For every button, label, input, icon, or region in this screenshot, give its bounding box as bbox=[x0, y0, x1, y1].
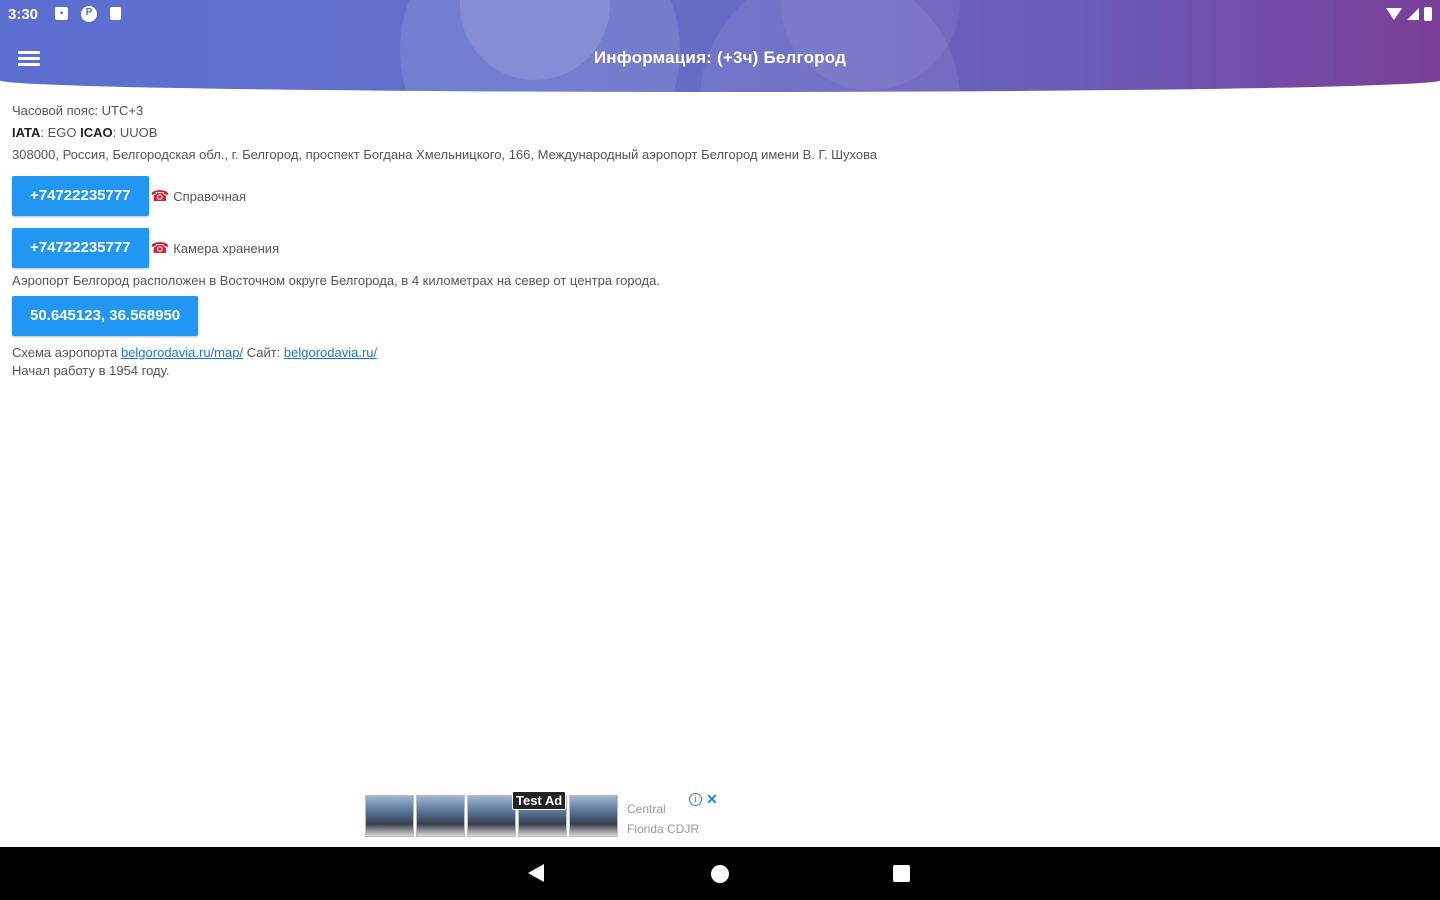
phone-icon: ☎ bbox=[150, 188, 170, 205]
coordinates-button[interactable]: 50.645123, 36.568950 bbox=[12, 296, 199, 336]
phone-row: +74722235777 ☎ Справочная bbox=[12, 176, 1422, 216]
test-ad-badge: Test Ad bbox=[512, 791, 567, 810]
description-text: Аэропорт Белгород расположен в Восточном… bbox=[12, 273, 660, 288]
screen: 3:30 ▪ P Информация: (+3ч) Белгород Часо… bbox=[0, 0, 1440, 900]
site-label: Сайт: bbox=[243, 345, 284, 360]
navigation-bar bbox=[0, 847, 1440, 900]
notification-icon: ▪ bbox=[55, 7, 68, 20]
timezone-text: Часовой пояс: UTC+3 bbox=[12, 103, 144, 118]
address-text: 308000, Россия, Белгородская обл., г. Бе… bbox=[12, 147, 878, 162]
icao-value: : UUOB bbox=[112, 125, 158, 140]
home-icon[interactable] bbox=[711, 865, 729, 883]
recents-icon[interactable] bbox=[893, 865, 910, 882]
status-bar: 3:30 ▪ P bbox=[0, 0, 1440, 28]
p-icon: P bbox=[81, 6, 97, 22]
toolbar: Информация: (+3ч) Белгород bbox=[0, 28, 1440, 88]
ad-advertiser-line: Central bbox=[627, 802, 666, 816]
page-title: Информация: (+3ч) Белгород bbox=[593, 48, 847, 67]
site-link[interactable]: belgorodavia.ru/ bbox=[284, 345, 377, 360]
ad-info-icon[interactable]: i bbox=[689, 793, 702, 806]
ad-car-image[interactable] bbox=[365, 795, 414, 837]
back-icon[interactable] bbox=[528, 864, 544, 882]
sd-card-icon bbox=[110, 7, 121, 20]
status-right-icons bbox=[1386, 6, 1432, 22]
battery-icon bbox=[1424, 7, 1432, 21]
iata-label: IATA bbox=[12, 125, 41, 140]
app-bar: 3:30 ▪ P Информация: (+3ч) Белгород bbox=[0, 0, 1440, 92]
airport-info: Часовой пояс: UTC+3 IATA: EGO ICAO: UUOB… bbox=[12, 102, 1422, 384]
phone-icon: ☎ bbox=[150, 240, 170, 257]
ad-banner[interactable]: Test Ad Central Florida CDJR i ✕ bbox=[365, 791, 725, 841]
ad-car-image[interactable] bbox=[416, 795, 465, 837]
ad-close-icon[interactable]: ✕ bbox=[706, 791, 718, 808]
ad-advertiser-line: Florida CDJR bbox=[627, 822, 700, 836]
founded-text: Начал работу в 1954 году. bbox=[12, 363, 170, 378]
ad-car-image[interactable] bbox=[467, 795, 516, 837]
phone-label: Камера хранения bbox=[173, 240, 280, 256]
ad-car-image[interactable] bbox=[569, 795, 618, 837]
scheme-label: Схема аэропорта bbox=[12, 345, 121, 360]
status-time: 3:30 bbox=[8, 6, 39, 23]
call-button[interactable]: +74722235777 bbox=[12, 176, 149, 216]
icao-label: ICAO bbox=[80, 125, 113, 140]
wifi-icon bbox=[1386, 8, 1402, 20]
call-button[interactable]: +74722235777 bbox=[12, 228, 149, 268]
coordinates-row: 50.645123, 36.568950 bbox=[12, 296, 1422, 336]
iata-value: : EGO bbox=[40, 125, 77, 140]
phone-label: Справочная bbox=[173, 188, 247, 204]
signal-icon bbox=[1407, 8, 1419, 20]
scheme-line: Схема аэропорта belgorodavia.ru/map/ Сай… bbox=[12, 344, 1422, 362]
codes-line: IATA: EGO ICAO: UUOB bbox=[12, 124, 1422, 146]
phone-row: +74722235777 ☎ Камера хранения bbox=[12, 228, 1422, 268]
scheme-link[interactable]: belgorodavia.ru/map/ bbox=[121, 345, 243, 360]
